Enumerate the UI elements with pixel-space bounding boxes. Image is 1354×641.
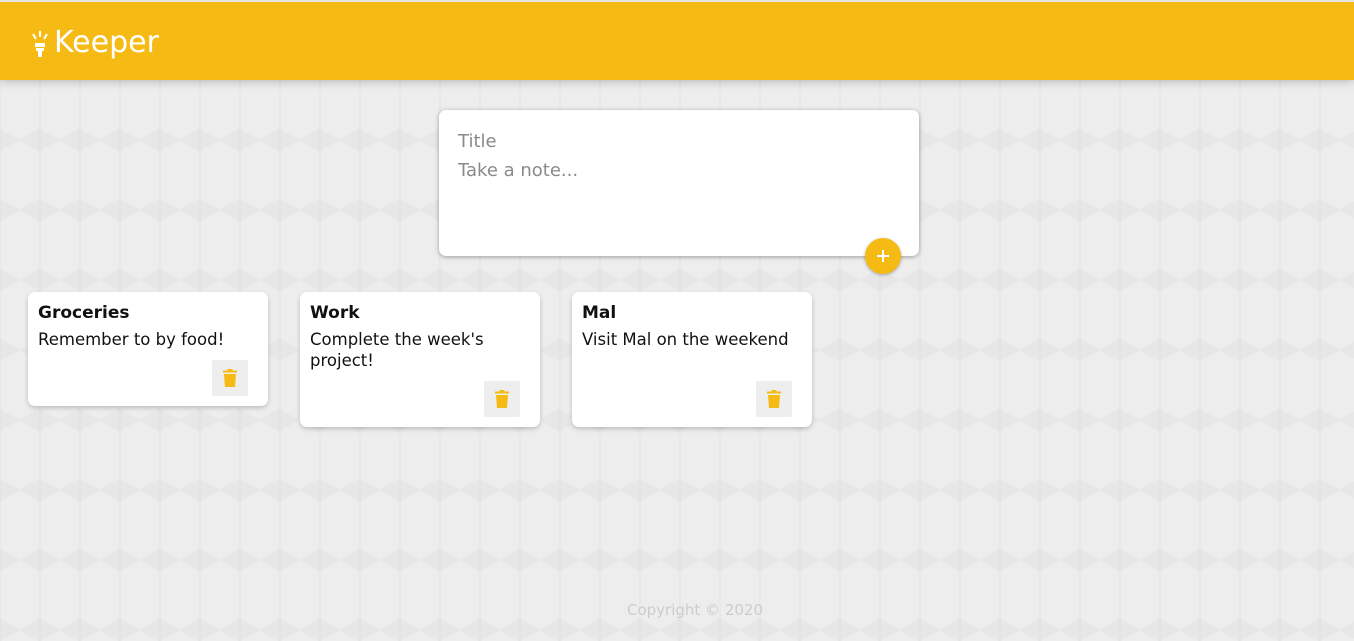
lightbulb-icon	[32, 31, 48, 57]
note-title-input[interactable]	[458, 128, 898, 154]
trash-icon	[767, 390, 781, 408]
page-footer: Copyright © 2020	[0, 601, 1354, 619]
note-content: Remember to by food!	[38, 330, 225, 349]
note-content: Visit Mal on the weekend	[582, 330, 789, 349]
create-note-form	[439, 110, 919, 256]
note-title: Groceries	[38, 303, 130, 323]
app-logo: Keeper	[30, 26, 159, 60]
note-content-input[interactable]	[458, 160, 898, 220]
note-card: Groceries Remember to by food!	[28, 292, 268, 406]
note-title: Work	[310, 303, 360, 323]
delete-note-button[interactable]	[484, 381, 520, 417]
app-title: Keeper	[54, 25, 159, 60]
copyright-text: Copyright © 2020	[626, 601, 763, 619]
trash-icon	[223, 369, 237, 387]
app-header: Keeper	[0, 0, 1354, 80]
note-card: Mal Visit Mal on the weekend	[572, 292, 812, 427]
trash-icon	[495, 390, 509, 408]
delete-note-button[interactable]	[212, 360, 248, 396]
note-card: Work Complete the week's project!	[300, 292, 540, 427]
note-content: Complete the week's project!	[310, 330, 489, 370]
plus-icon	[877, 250, 889, 262]
add-note-button[interactable]	[865, 238, 901, 274]
delete-note-button[interactable]	[756, 381, 792, 417]
note-title: Mal	[582, 303, 617, 323]
